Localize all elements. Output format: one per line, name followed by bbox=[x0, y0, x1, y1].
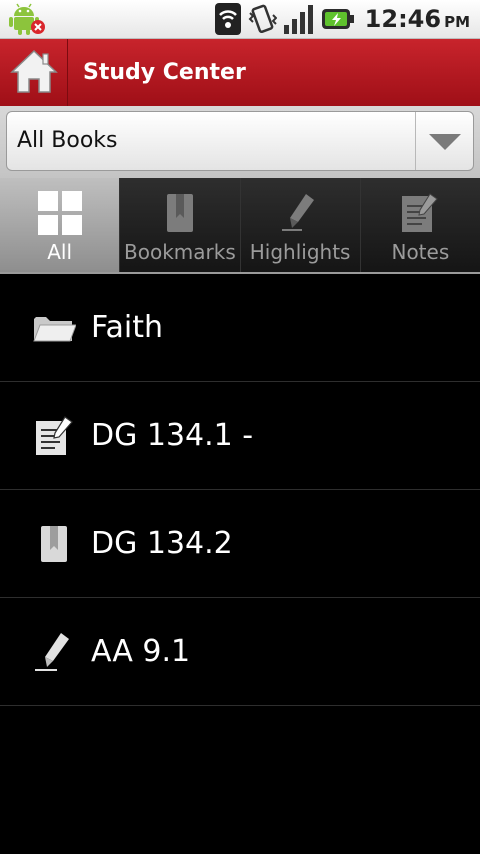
list-item[interactable]: DG 134.2 bbox=[0, 490, 480, 598]
tab-label: Bookmarks bbox=[124, 240, 236, 264]
tab-highlights[interactable]: Highlights bbox=[239, 178, 360, 272]
bookmark-icon bbox=[165, 190, 195, 236]
item-label: Faith bbox=[91, 310, 163, 345]
item-label: DG 134.2 bbox=[91, 526, 233, 561]
vibrate-icon bbox=[241, 3, 277, 35]
tab-bookmarks[interactable]: Bookmarks bbox=[119, 178, 240, 272]
battery-icon bbox=[315, 7, 355, 31]
item-label: DG 134.1 - bbox=[91, 418, 254, 453]
list-item[interactable]: DG 134.1 - bbox=[0, 382, 480, 490]
item-label: AA 9.1 bbox=[91, 634, 191, 669]
tab-bar: All Bookmarks Highlights Notes bbox=[0, 178, 480, 274]
list-item[interactable]: Faith bbox=[0, 274, 480, 382]
screen: 12:46 PM Study Center All Books All Book… bbox=[0, 0, 480, 854]
highlighter-icon bbox=[30, 598, 78, 705]
home-button[interactable] bbox=[0, 39, 68, 106]
filter-bar: All Books bbox=[0, 106, 480, 178]
dropdown-divider bbox=[415, 112, 416, 170]
dropdown-selected-value: All Books bbox=[17, 128, 118, 153]
tab-label: Highlights bbox=[249, 240, 351, 264]
title-bar: Study Center bbox=[0, 39, 480, 106]
note-icon bbox=[30, 382, 78, 489]
tab-notes[interactable]: Notes bbox=[359, 178, 480, 272]
grid-icon bbox=[37, 190, 82, 236]
wifi-icon bbox=[209, 3, 241, 35]
bookmark-icon bbox=[30, 490, 78, 597]
signal-icon bbox=[277, 3, 315, 35]
study-items-list: Faith DG 134.1 - DG 134.2 AA 9.1 bbox=[0, 274, 480, 706]
clock-ampm: PM bbox=[444, 13, 470, 31]
home-icon bbox=[9, 46, 59, 100]
android-debug-icon bbox=[8, 2, 46, 36]
folder-icon bbox=[30, 274, 78, 381]
highlighter-icon bbox=[280, 190, 320, 236]
note-icon bbox=[400, 190, 440, 236]
book-filter-dropdown[interactable]: All Books bbox=[6, 111, 474, 171]
page-title: Study Center bbox=[83, 60, 246, 85]
tab-label: All bbox=[47, 240, 73, 264]
tab-all[interactable]: All bbox=[0, 178, 120, 272]
tab-label: Notes bbox=[391, 240, 450, 264]
clock-time: 12:46 bbox=[364, 5, 442, 33]
status-bar: 12:46 PM bbox=[0, 0, 480, 39]
chevron-down-icon[interactable] bbox=[429, 134, 461, 150]
list-item[interactable]: AA 9.1 bbox=[0, 598, 480, 706]
